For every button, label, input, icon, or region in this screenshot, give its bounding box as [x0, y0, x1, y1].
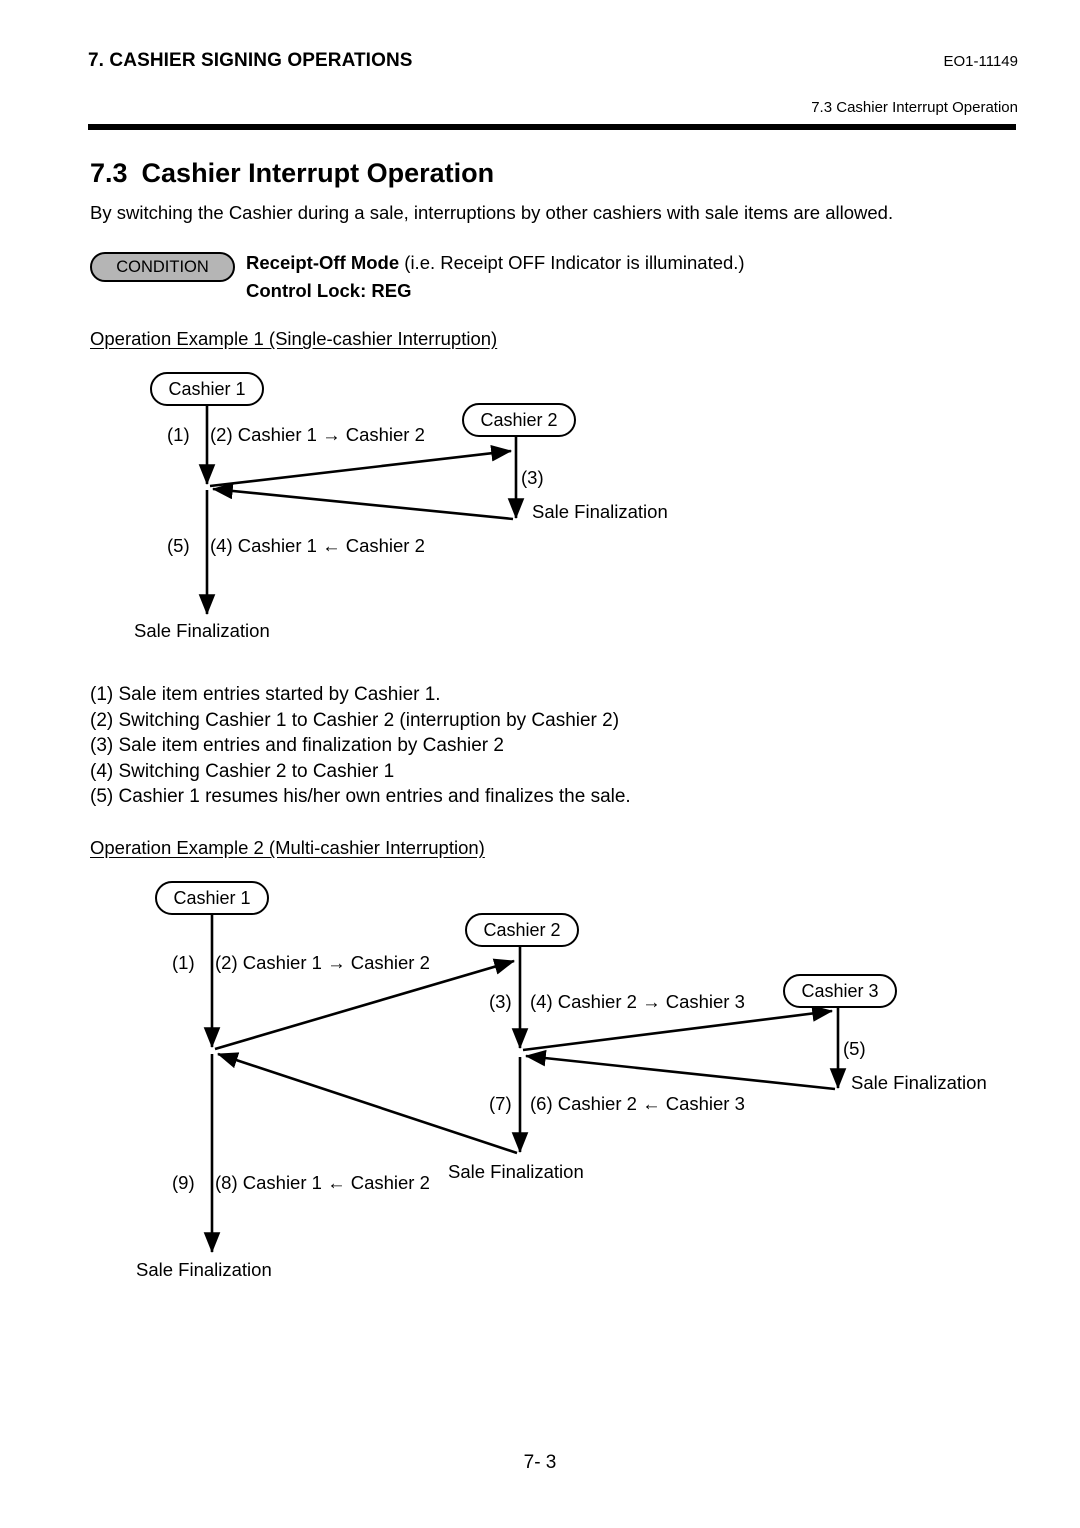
example1-label-step3-marker: (3) [521, 467, 544, 488]
example2-label-step6: (6) Cashier 2 ← Cashier 3 [530, 1093, 745, 1114]
example1-label-step4: (4) Cashier 1 ← Cashier 2 [210, 535, 425, 556]
example1-node-cashier-2: Cashier 2 [462, 403, 576, 437]
example2-node-cashier-3: Cashier 3 [783, 974, 897, 1008]
example1-label-step1-marker: (1) [167, 424, 190, 445]
example2-label-step2: (2) Cashier 1 → Cashier 2 [215, 952, 430, 973]
list-item: (4) Switching Cashier 2 to Cashier 1 [90, 760, 395, 782]
condition-mode-label: Receipt-Off Mode [246, 252, 400, 273]
example1-label-step3-finalization: Sale Finalization [532, 501, 668, 522]
section-number: 7.3 [90, 158, 128, 188]
example-2-caption: Operation Example 2 (Multi-cashier Inter… [90, 837, 485, 858]
intro-paragraph: By switching the Cashier during a sale, … [90, 202, 894, 223]
example1-arrow-step2 [209, 445, 513, 488]
steps-list: (1) Sale item entries started by Cashier… [90, 682, 631, 810]
header-section-reference: 7.3 Cashier Interrupt Operation [811, 99, 1018, 116]
example2-label-step1-marker: (1) [172, 952, 195, 973]
example2-label-mid-finalization: Sale Finalization [448, 1161, 584, 1182]
condition-line-receipt-off: Receipt-Off Mode (i.e. Receipt OFF Indic… [246, 252, 745, 274]
page-number: 7- 3 [523, 1452, 557, 1473]
example2-label-final-finalization: Sale Finalization [136, 1259, 272, 1280]
example2-arrow-step2 [214, 958, 515, 1051]
example2-label-step8: (8) Cashier 1 ← Cashier 2 [215, 1172, 430, 1193]
section-title-text: Cashier Interrupt Operation [141, 158, 495, 188]
example1-node-cashier-1: Cashier 1 [150, 372, 264, 406]
list-item: (1) Sale item entries started by Cashier… [90, 684, 441, 705]
header-divider-rule [88, 124, 1016, 130]
condition-line-control-lock: Control Lock: REG [246, 280, 412, 301]
example-1-caption: Operation Example 1 (Single-cashier Inte… [90, 328, 498, 349]
header-document-code: EO1-11149 [943, 53, 1019, 70]
example2-node-cashier-1: Cashier 1 [155, 881, 269, 915]
header-chapter-title: 7. CASHIER SIGNING OPERATIONS [88, 50, 413, 71]
example2-label-step4: (4) Cashier 2 → Cashier 3 [530, 991, 745, 1012]
example2-arrow-step8 [217, 1052, 518, 1155]
example1-label-step2: (2) Cashier 1 → Cashier 2 [210, 424, 425, 445]
example2-label-step9-marker: (9) [172, 1172, 195, 1193]
example1-label-final-finalization: Sale Finalization [134, 620, 270, 641]
list-item: (3) Sale item entries and finalization b… [90, 735, 504, 757]
example2-label-step5-marker: (5) [843, 1038, 866, 1059]
example1-arrow-step4 [211, 482, 514, 521]
example1-label-step5-marker: (5) [167, 535, 190, 556]
list-item: (2) Switching Cashier 1 to Cashier 2 (in… [90, 709, 620, 731]
condition-mode-note: (i.e. Receipt OFF Indicator is illuminat… [399, 252, 745, 273]
example2-node-cashier-2: Cashier 2 [465, 913, 579, 947]
page-title: 7.3 Cashier Interrupt Operation [90, 158, 494, 189]
example2-arrow-step6 [524, 1049, 836, 1091]
example2-arrow-step4 [522, 1005, 834, 1052]
list-item: (5) Cashier 1 resumes his/her own entrie… [90, 786, 631, 808]
example2-label-step7-marker: (7) [489, 1093, 512, 1114]
condition-badge: CONDITION [90, 252, 235, 282]
example2-label-step5-finalization: Sale Finalization [851, 1072, 987, 1093]
example2-label-step3-marker: (3) [489, 991, 512, 1012]
